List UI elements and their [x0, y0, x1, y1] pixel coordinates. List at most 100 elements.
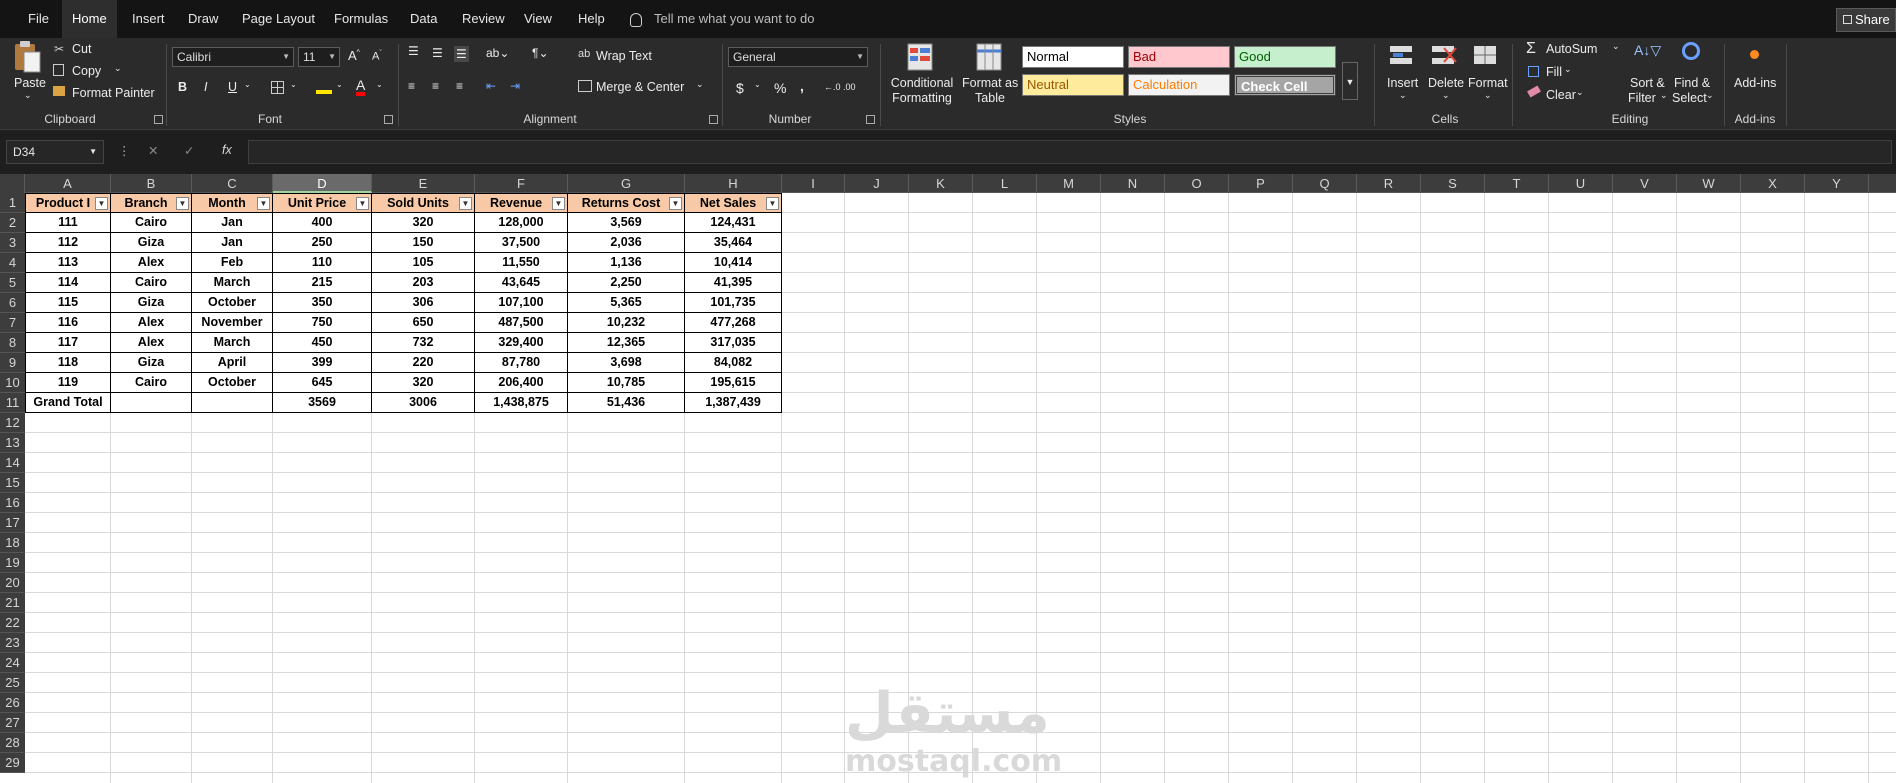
sort-filter-label-2[interactable]: Filter: [1628, 91, 1656, 105]
row-header-16[interactable]: 16: [0, 493, 25, 513]
table-header-cell[interactable]: Product I ▼: [25, 193, 111, 213]
table-cell[interactable]: 150: [372, 233, 475, 253]
find-select-dropdown-icon[interactable]: ⌄: [1706, 90, 1714, 101]
table-cell[interactable]: 350: [273, 293, 372, 313]
row-header-9[interactable]: 9: [0, 353, 25, 373]
table-cell[interactable]: 35,464: [685, 233, 782, 253]
column-header-d[interactable]: D: [273, 174, 372, 193]
row-header-25[interactable]: 25: [0, 673, 25, 693]
table-header-cell[interactable]: Branch ▼: [111, 193, 192, 213]
borders-icon[interactable]: [271, 81, 284, 94]
addins-button[interactable]: Add-ins: [1734, 76, 1776, 90]
column-header-q[interactable]: Q: [1293, 174, 1357, 193]
table-cell[interactable]: 750: [273, 313, 372, 333]
clipboard-launcher-icon[interactable]: [154, 115, 163, 124]
copy-button[interactable]: Copy: [72, 64, 101, 78]
increase-font-icon[interactable]: A^: [348, 48, 360, 63]
table-cell[interactable]: Grand Total: [25, 393, 111, 413]
column-header-t[interactable]: T: [1485, 174, 1549, 193]
row-header-15[interactable]: 15: [0, 473, 25, 493]
tab-page-layout[interactable]: Page Layout: [232, 0, 325, 38]
autosum-dropdown-icon[interactable]: ⌄: [1612, 41, 1620, 52]
table-cell[interactable]: 107,100: [475, 293, 568, 313]
fill-color-icon[interactable]: [316, 80, 332, 94]
paste-dropdown-icon[interactable]: ⌄: [24, 90, 32, 101]
column-header-l[interactable]: L: [973, 174, 1037, 193]
column-header-r[interactable]: R: [1357, 174, 1421, 193]
table-cell[interactable]: 645: [273, 373, 372, 393]
row-header-21[interactable]: 21: [0, 593, 25, 613]
table-cell[interactable]: March: [192, 333, 273, 353]
table-cell[interactable]: Jan: [192, 213, 273, 233]
column-header-b[interactable]: B: [111, 174, 192, 193]
table-cell[interactable]: 118: [25, 353, 111, 373]
table-cell[interactable]: 250: [273, 233, 372, 253]
tab-review[interactable]: Review: [452, 0, 515, 38]
table-cell[interactable]: 400: [273, 213, 372, 233]
format-as-table-label-2[interactable]: Table: [966, 91, 1014, 105]
column-header-s[interactable]: S: [1421, 174, 1485, 193]
table-cell[interactable]: 206,400: [475, 373, 568, 393]
italic-button[interactable]: I: [204, 80, 207, 94]
decrease-indent-icon[interactable]: ⇤: [486, 79, 496, 93]
row-header-1[interactable]: 1: [0, 193, 25, 213]
currency-dropdown-icon[interactable]: ⌄: [754, 80, 761, 89]
column-header-g[interactable]: G: [568, 174, 685, 193]
table-cell[interactable]: 399: [273, 353, 372, 373]
format-as-table-icon[interactable]: [975, 42, 1005, 74]
style-good[interactable]: Good: [1234, 46, 1336, 68]
align-right-icon[interactable]: ≡: [456, 79, 463, 93]
table-cell[interactable]: 87,780: [475, 353, 568, 373]
table-cell[interactable]: 101,735: [685, 293, 782, 313]
delete-dropdown-icon[interactable]: ⌄: [1442, 90, 1450, 101]
format-button[interactable]: Format: [1468, 76, 1508, 90]
table-cell[interactable]: 115: [25, 293, 111, 313]
share-button[interactable]: Share: [1836, 8, 1896, 32]
table-cell[interactable]: October: [192, 373, 273, 393]
column-header-n[interactable]: N: [1101, 174, 1165, 193]
column-header-e[interactable]: E: [372, 174, 475, 193]
autosum-button[interactable]: AutoSum: [1546, 42, 1597, 56]
paste-button[interactable]: Paste: [14, 76, 46, 90]
column-header-w[interactable]: W: [1677, 174, 1741, 193]
align-top-icon[interactable]: ☰: [408, 44, 419, 58]
column-header-k[interactable]: K: [909, 174, 973, 193]
style-check-cell[interactable]: Check Cell: [1234, 74, 1336, 96]
table-cell[interactable]: March: [192, 273, 273, 293]
copy-dropdown-icon[interactable]: ⌄: [114, 63, 122, 74]
row-header-7[interactable]: 7: [0, 313, 25, 333]
row-header-20[interactable]: 20: [0, 573, 25, 593]
conditional-formatting-icon[interactable]: [906, 42, 936, 74]
addins-icon[interactable]: [1750, 50, 1759, 59]
sort-filter-icon[interactable]: A↓▽: [1634, 42, 1661, 59]
table-cell[interactable]: 111: [25, 213, 111, 233]
column-header-a[interactable]: A: [25, 174, 111, 193]
filter-dropdown-icon[interactable]: ▼: [356, 197, 369, 210]
table-cell[interactable]: Feb: [192, 253, 273, 273]
table-cell[interactable]: 11,550: [475, 253, 568, 273]
merge-center-button[interactable]: Merge & Center: [596, 80, 684, 94]
filter-dropdown-icon[interactable]: ▼: [257, 197, 270, 210]
row-header-2[interactable]: 2: [0, 213, 25, 233]
table-cell[interactable]: November: [192, 313, 273, 333]
enter-icon[interactable]: ✓: [184, 143, 194, 158]
table-cell[interactable]: 12,365: [568, 333, 685, 353]
fill-dropdown-icon[interactable]: ⌄: [1564, 64, 1572, 75]
find-select-label-1[interactable]: Find &: [1674, 76, 1710, 90]
font-color-dropdown-icon[interactable]: ⌄: [376, 80, 383, 89]
select-all-corner[interactable]: [0, 174, 25, 193]
borders-dropdown-icon[interactable]: ⌄: [290, 80, 297, 89]
table-header-cell[interactable]: Returns Cost ▼: [568, 193, 685, 213]
table-cell[interactable]: 2,036: [568, 233, 685, 253]
table-cell[interactable]: Cairo: [111, 273, 192, 293]
table-cell[interactable]: 5,365: [568, 293, 685, 313]
table-cell[interactable]: 220: [372, 353, 475, 373]
format-as-table-label-1[interactable]: Format as: [962, 76, 1018, 90]
column-header-h[interactable]: H: [685, 174, 782, 193]
table-header-cell[interactable]: Unit Price ▼: [273, 193, 372, 213]
tab-help[interactable]: Help: [568, 0, 615, 38]
table-cell[interactable]: 112: [25, 233, 111, 253]
delete-cells-icon[interactable]: [1430, 42, 1458, 72]
column-header-u[interactable]: U: [1549, 174, 1613, 193]
column-header-f[interactable]: F: [475, 174, 568, 193]
